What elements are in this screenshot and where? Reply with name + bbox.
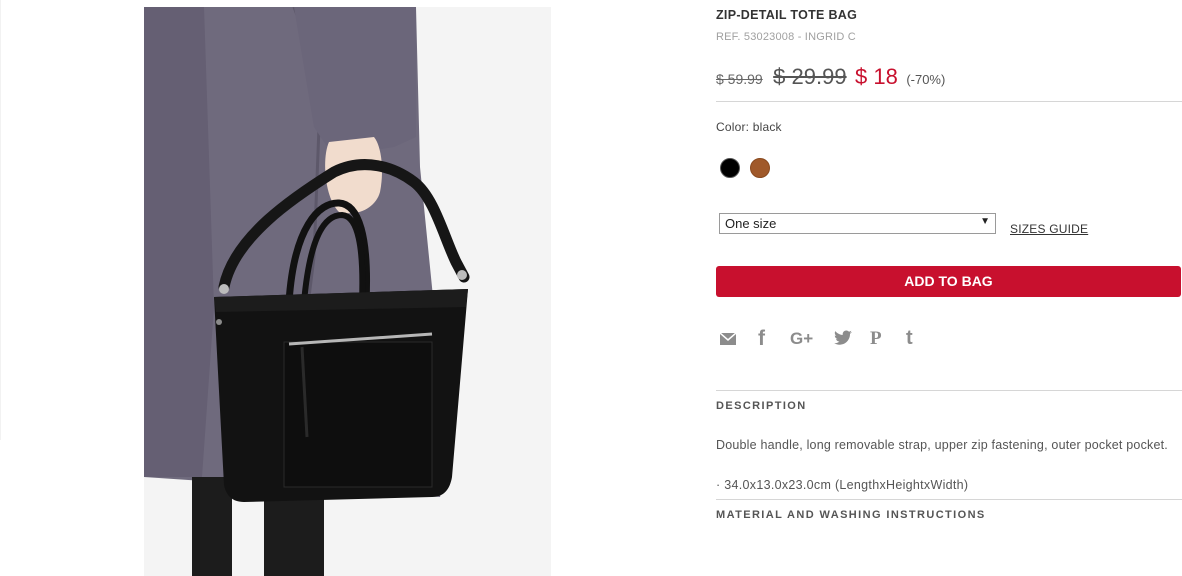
price-block: $ 59.99 $ 29.99 $ 18 (-70%) (716, 64, 945, 90)
price-current: $ 18 (855, 64, 898, 89)
product-image[interactable] (144, 7, 551, 576)
color-swatch-brown[interactable] (750, 158, 770, 178)
divider (716, 101, 1182, 102)
sizes-guide-link[interactable]: SIZES GUIDE (1010, 222, 1088, 236)
add-to-bag-button[interactable]: ADD TO BAG (716, 266, 1181, 297)
email-icon[interactable] (719, 332, 737, 356)
page-edge (0, 0, 1, 440)
tumblr-icon[interactable]: t (906, 327, 913, 351)
color-swatch-black[interactable] (720, 158, 740, 178)
product-reference: REF. 53023008 - INGRID C (716, 31, 856, 43)
price-previous: $ 29.99 (773, 64, 847, 89)
product-title: ZIP-DETAIL TOTE BAG (716, 8, 858, 22)
price-discount: (-70%) (906, 72, 946, 87)
description-heading[interactable]: DESCRIPTION (716, 400, 807, 412)
description-dimensions: · 34.0x13.0x23.0cm (LengthxHeightxWidth) (716, 478, 969, 492)
divider (716, 499, 1182, 500)
size-select[interactable]: One size ▼ (719, 213, 996, 234)
twitter-icon[interactable] (834, 330, 852, 354)
product-info: ZIP-DETAIL TOTE BAG REF. 53023008 - INGR… (716, 0, 1182, 576)
description-text: Double handle, long removable strap, upp… (716, 438, 1168, 452)
dropdown-arrow-icon: ▼ (980, 216, 990, 227)
divider (716, 390, 1182, 391)
price-original: $ 59.99 (716, 71, 763, 87)
material-heading[interactable]: MATERIAL AND WASHING INSTRUCTIONS (716, 509, 986, 521)
product-photo-illustration (144, 7, 551, 576)
google-plus-icon[interactable]: G+ (790, 329, 813, 353)
facebook-icon[interactable]: f (758, 327, 765, 351)
pinterest-icon[interactable]: P (870, 328, 882, 352)
size-select-value: One size (725, 216, 777, 231)
color-label: Color: black (716, 120, 782, 134)
